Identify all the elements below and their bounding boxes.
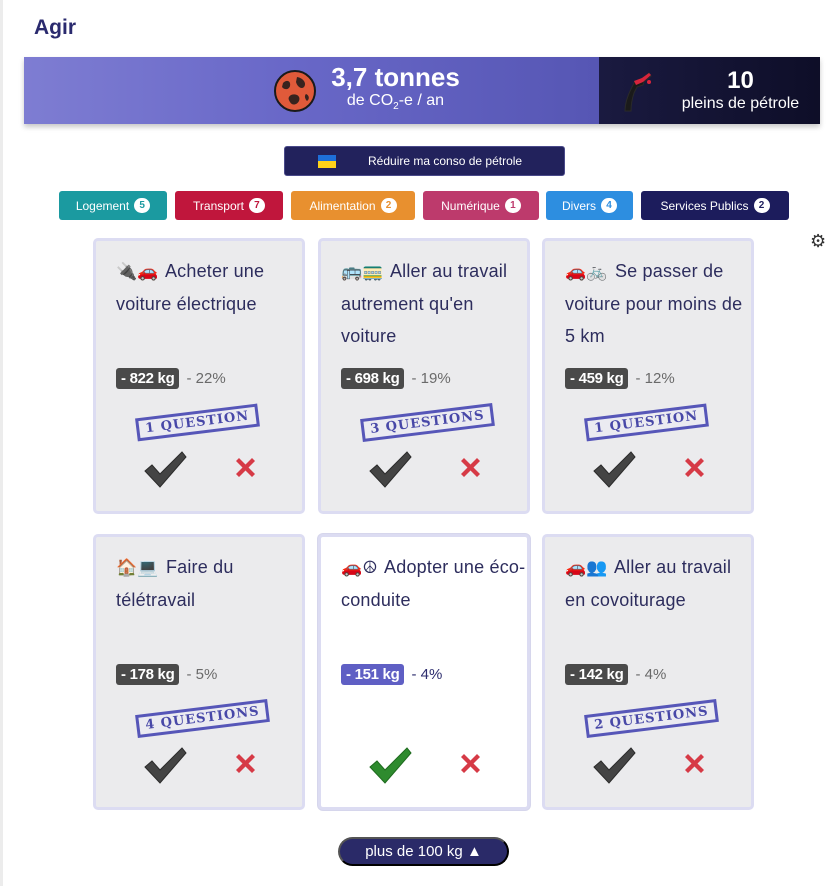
- check-icon[interactable]: [591, 449, 637, 489]
- card-title: 🏠💻 Faire du télétravail: [116, 551, 301, 616]
- co2-amount: 3,7 tonnes: [331, 62, 460, 93]
- close-icon[interactable]: [233, 751, 258, 776]
- questions-stamp[interactable]: 3 QUESTIONS: [360, 402, 495, 443]
- kg-badge: - 822 kg: [116, 368, 180, 389]
- close-icon[interactable]: [458, 455, 483, 480]
- card-title: 🚗☮ Adopter une éco-conduite: [341, 551, 526, 616]
- percent-text: - 5%: [186, 666, 218, 683]
- questions-stamp[interactable]: 4 QUESTIONS: [135, 698, 270, 739]
- earth-icon: [274, 69, 317, 112]
- action-card[interactable]: 🚗🚲 Se passer de voiture pour moins de 5 …: [542, 238, 754, 514]
- filter-services-publics[interactable]: Services Publics 2: [641, 191, 789, 220]
- card-impact: - 142 kg - 4%: [565, 664, 666, 685]
- filter-label: Alimentation: [309, 198, 376, 213]
- card-impact: - 151 kg - 4%: [341, 664, 442, 685]
- check-icon[interactable]: [367, 449, 413, 489]
- check-icon[interactable]: [367, 745, 413, 785]
- card-impact: - 178 kg - 5%: [116, 664, 217, 685]
- check-icon[interactable]: [142, 745, 188, 785]
- check-icon[interactable]: [142, 449, 188, 489]
- kg-badge: - 698 kg: [341, 368, 405, 389]
- footprint-banner[interactable]: 3,7 tonnes de CO2-e / an 10 pleins de pé…: [24, 57, 820, 124]
- close-icon[interactable]: [458, 751, 483, 776]
- questions-stamp[interactable]: 1 QUESTION: [584, 403, 709, 442]
- card-title: 🚗🚲 Se passer de voiture pour moins de 5 …: [565, 255, 750, 352]
- action-card[interactable]: 🚌🚃 Aller au travail autrement qu'en voit…: [318, 238, 530, 514]
- percent-text: - 4%: [411, 666, 443, 683]
- filter-label: Logement: [75, 198, 130, 213]
- filter-numerique[interactable]: Numérique 1: [423, 191, 539, 220]
- kg-badge: - 459 kg: [565, 368, 629, 389]
- close-icon[interactable]: [682, 455, 707, 480]
- gear-icon[interactable]: ⚙: [810, 231, 826, 251]
- card-emoji-icon: 🔌🚗: [116, 262, 159, 282]
- action-card[interactable]: 🏠💻 Faire du télétravail - 178 kg - 5% 4 …: [93, 534, 305, 810]
- close-icon[interactable]: [682, 751, 707, 776]
- filter-divers[interactable]: Divers 4: [546, 191, 633, 220]
- card-emoji-icon: 🚌🚃: [341, 262, 384, 282]
- filter-count: 1: [504, 198, 521, 213]
- card-impact: - 698 kg - 19%: [341, 368, 451, 389]
- filter-logement[interactable]: Logement 5: [59, 191, 167, 220]
- page-title: Agir: [34, 16, 76, 39]
- filter-count: 2: [753, 198, 770, 213]
- left-border: [0, 0, 3, 886]
- percent-text: - 12%: [635, 370, 675, 387]
- card-emoji-icon: 🚗☮: [341, 558, 378, 578]
- petrol-label: pleins de pétrole: [681, 94, 800, 112]
- filter-count: 7: [248, 198, 265, 213]
- filter-label: Numérique: [441, 198, 500, 213]
- ukraine-flag-icon: [318, 154, 336, 168]
- filter-count: 4: [601, 198, 617, 213]
- filter-count: 2: [380, 198, 397, 213]
- card-impact: - 822 kg - 22%: [116, 368, 226, 389]
- card-title: 🚌🚃 Aller au travail autrement qu'en voit…: [341, 255, 526, 352]
- card-emoji-icon: 🚗🚲: [565, 262, 608, 282]
- filter-label: Transport: [193, 198, 244, 213]
- card-title: 🚗👥 Aller au travail en covoiturage: [565, 551, 750, 616]
- co2-summary[interactable]: 3,7 tonnes de CO2-e / an: [24, 57, 599, 124]
- category-filters: Logement 5 Transport 7 Alimentation 2 Nu…: [0, 191, 826, 221]
- filter-label: Divers: [561, 198, 596, 213]
- percent-text: - 19%: [411, 370, 451, 387]
- filter-transport[interactable]: Transport 7: [175, 191, 283, 220]
- fuel-nozzle-icon: [624, 71, 652, 111]
- card-title: 🔌🚗 Acheter une voiture électrique: [116, 255, 301, 320]
- kg-badge: - 151 kg: [341, 664, 405, 685]
- percent-text: - 22%: [186, 370, 226, 387]
- card-emoji-icon: 🚗👥: [565, 558, 608, 578]
- questions-stamp[interactable]: 2 QUESTIONS: [584, 698, 719, 739]
- kg-badge: - 142 kg: [565, 664, 629, 685]
- filter-alimentation[interactable]: Alimentation 2: [291, 191, 415, 220]
- action-card[interactable]: 🚗👥 Aller au travail en covoiturage - 142…: [542, 534, 754, 810]
- close-icon[interactable]: [233, 455, 258, 480]
- filter-count: 5: [134, 198, 151, 213]
- petrol-summary[interactable]: 10 pleins de pétrole: [599, 57, 820, 124]
- reduce-petrol-label: Réduire ma conso de pétrole: [368, 154, 523, 168]
- card-emoji-icon: 🏠💻: [116, 558, 159, 578]
- action-card-selected[interactable]: 🚗☮ Adopter une éco-conduite - 151 kg - 4…: [318, 534, 530, 810]
- reduce-petrol-button[interactable]: Réduire ma conso de pétrole: [284, 146, 565, 176]
- petrol-count: 10: [727, 66, 754, 94]
- filter-label: Services Publics: [660, 198, 749, 213]
- more-than-100kg-button[interactable]: plus de 100 kg ▲: [338, 837, 509, 866]
- co2-unit: de CO2-e / an: [346, 92, 445, 113]
- action-card[interactable]: 🔌🚗 Acheter une voiture électrique - 822 …: [93, 238, 305, 514]
- questions-stamp[interactable]: 1 QUESTION: [135, 403, 260, 442]
- check-icon[interactable]: [591, 745, 637, 785]
- kg-badge: - 178 kg: [116, 664, 180, 685]
- card-impact: - 459 kg - 12%: [565, 368, 675, 389]
- percent-text: - 4%: [635, 666, 667, 683]
